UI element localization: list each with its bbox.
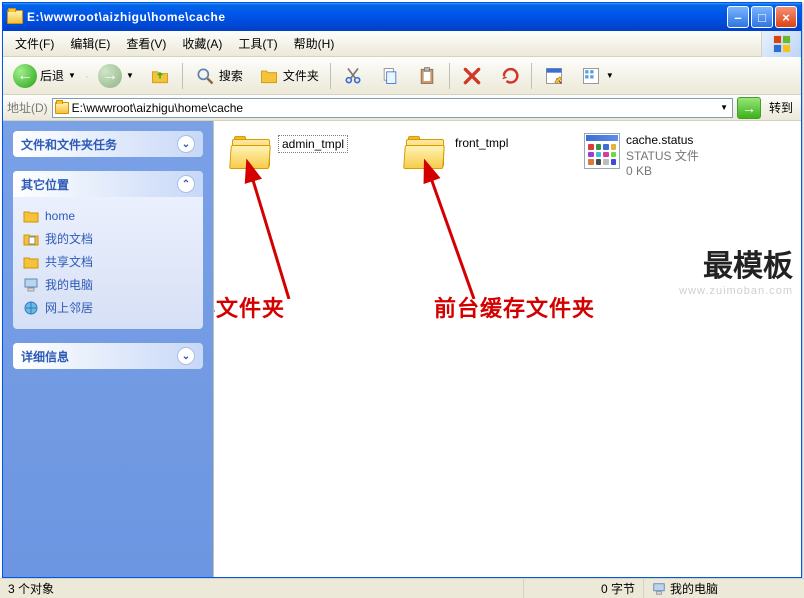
annotation-right-label: 前台缓存文件夹 xyxy=(434,291,595,323)
address-bar: 地址(D) ▼ → 转到 xyxy=(3,95,801,121)
menu-bar: 文件(F) 编辑(E) 查看(V) 收藏(A) 工具(T) 帮助(H) xyxy=(3,31,801,57)
panel-header[interactable]: 详细信息 ⌄ xyxy=(13,343,203,369)
status-location: 我的电脑 xyxy=(670,580,718,597)
folder-item-front-tmpl[interactable]: front_tmpl xyxy=(404,135,511,169)
status-objects: 3 个对象 xyxy=(0,579,524,598)
explorer-window: E:\wwwroot\aizhigu\home\cache – □ × 文件(F… xyxy=(2,2,802,578)
sidebar-item-network[interactable]: 网上邻居 xyxy=(23,296,193,319)
clipboard-icon xyxy=(416,65,438,87)
delete-x-icon xyxy=(461,65,483,87)
close-button[interactable]: × xyxy=(775,6,797,28)
status-bar: 3 个对象 0 字节 我的电脑 xyxy=(0,578,804,598)
tasks-pane: 文件和文件夹任务 ⌄ 其它位置 ⌃ home 我的文档 共享文档 我的电脑 网上… xyxy=(3,121,213,577)
collapse-chevron-icon[interactable]: ⌃ xyxy=(177,175,195,193)
panel-header[interactable]: 其它位置 ⌃ xyxy=(13,171,203,197)
file-item-cache-status[interactable]: cache.status STATUS 文件 0 KB xyxy=(584,133,699,178)
expand-chevron-icon[interactable]: ⌄ xyxy=(177,135,195,153)
title-bar[interactable]: E:\wwwroot\aizhigu\home\cache – □ × xyxy=(3,3,801,31)
computer-icon xyxy=(652,582,666,596)
folder-icon xyxy=(230,135,272,169)
sidebar-item-my-documents[interactable]: 我的文档 xyxy=(23,227,193,250)
file-size: 0 KB xyxy=(626,164,699,178)
views-button[interactable]: ▼ xyxy=(574,61,620,91)
chevron-down-icon[interactable]: ▼ xyxy=(720,103,728,112)
chevron-down-icon: ▼ xyxy=(126,71,134,80)
annotation-arrow-left xyxy=(229,159,299,299)
address-input[interactable] xyxy=(72,101,716,115)
main-area: 文件和文件夹任务 ⌄ 其它位置 ⌃ home 我的文档 共享文档 我的电脑 网上… xyxy=(3,121,801,577)
file-folder-tasks-panel: 文件和文件夹任务 ⌄ xyxy=(13,131,203,157)
other-places-panel: 其它位置 ⌃ home 我的文档 共享文档 我的电脑 网上邻居 xyxy=(13,171,203,329)
properties-button[interactable] xyxy=(537,61,571,91)
forward-button[interactable]: → ▼ xyxy=(92,61,140,91)
shared-folder-icon xyxy=(23,254,39,270)
status-file-icon xyxy=(584,133,620,169)
folder-icon xyxy=(404,135,446,169)
menu-tools[interactable]: 工具(T) xyxy=(230,32,285,55)
copy-icon xyxy=(379,65,401,87)
sidebar-item-home[interactable]: home xyxy=(23,205,193,227)
titlebar-folder-icon xyxy=(7,10,23,24)
computer-icon xyxy=(23,277,39,293)
annotation-arrow-right xyxy=(419,159,489,299)
minimize-button[interactable]: – xyxy=(727,6,749,28)
details-panel: 详细信息 ⌄ xyxy=(13,343,203,369)
folders-icon xyxy=(258,65,280,87)
undo-icon xyxy=(498,65,520,87)
scissors-icon xyxy=(342,65,364,87)
views-icon xyxy=(580,65,602,87)
search-icon xyxy=(194,65,216,87)
maximize-button[interactable]: □ xyxy=(751,6,773,28)
window-title: E:\wwwroot\aizhigu\home\cache xyxy=(27,10,727,24)
annotation-left-label: 后台缓存文件夹 xyxy=(213,291,285,323)
menu-help[interactable]: 帮助(H) xyxy=(286,32,343,55)
folder-up-icon xyxy=(149,65,171,87)
menu-edit[interactable]: 编辑(E) xyxy=(62,32,118,55)
file-type: STATUS 文件 xyxy=(626,147,699,164)
chevron-down-icon: ▼ xyxy=(68,71,76,80)
watermark: 最模板 www.zuimoban.com xyxy=(679,241,793,297)
content-pane[interactable]: admin_tmpl front_tmpl cache.status STATU… xyxy=(213,121,801,577)
copy-button[interactable] xyxy=(373,61,407,91)
chevron-down-icon: ▼ xyxy=(606,71,614,80)
expand-chevron-icon[interactable]: ⌄ xyxy=(177,347,195,365)
windows-logo-icon xyxy=(761,31,801,57)
delete-button[interactable] xyxy=(455,61,489,91)
item-label: front_tmpl xyxy=(452,135,511,151)
back-arrow-icon: ← xyxy=(13,64,37,88)
panel-header[interactable]: 文件和文件夹任务 ⌄ xyxy=(13,131,203,157)
up-button[interactable] xyxy=(143,61,177,91)
go-button[interactable]: → xyxy=(737,97,761,119)
toolbar: ← 后退 ▼ · → ▼ 搜索 文件夹 ▼ xyxy=(3,57,801,95)
network-icon xyxy=(23,300,39,316)
menu-view[interactable]: 查看(V) xyxy=(118,32,174,55)
menu-file[interactable]: 文件(F) xyxy=(7,32,62,55)
status-bytes: 0 字节 xyxy=(524,579,644,598)
folders-button[interactable]: 文件夹 xyxy=(252,61,325,91)
file-name: cache.status xyxy=(626,133,699,147)
search-button[interactable]: 搜索 xyxy=(188,61,249,91)
cut-button[interactable] xyxy=(336,61,370,91)
address-label: 地址(D) xyxy=(7,99,48,116)
properties-icon xyxy=(543,65,565,87)
sidebar-item-my-computer[interactable]: 我的电脑 xyxy=(23,273,193,296)
go-label: 转到 xyxy=(765,99,797,116)
item-label: admin_tmpl xyxy=(278,135,348,153)
address-field[interactable]: ▼ xyxy=(52,98,733,118)
folder-icon xyxy=(55,102,69,114)
folder-icon xyxy=(23,208,39,224)
documents-icon xyxy=(23,231,39,247)
back-button[interactable]: ← 后退 ▼ xyxy=(7,61,82,91)
sidebar-item-shared-documents[interactable]: 共享文档 xyxy=(23,250,193,273)
menu-favorites[interactable]: 收藏(A) xyxy=(174,32,230,55)
paste-button[interactable] xyxy=(410,61,444,91)
undo-button[interactable] xyxy=(492,61,526,91)
folder-item-admin-tmpl[interactable]: admin_tmpl xyxy=(230,135,348,169)
forward-arrow-icon: → xyxy=(98,64,122,88)
